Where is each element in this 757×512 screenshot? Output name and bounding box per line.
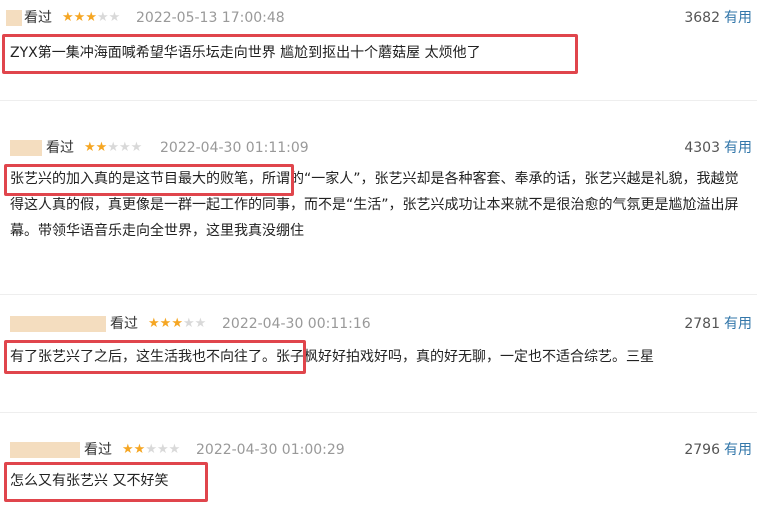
review-meta: 看过 ★★★★★ 2022-04-30 01:00:29 2796 有用	[0, 440, 757, 460]
watched-label: 看过	[110, 316, 138, 332]
highlighted-text: ZYX第一集冲海面喊希望华语乐坛走向世界 尴尬到抠出十个蘑菇屋 太烦他了	[10, 45, 481, 61]
useful-button[interactable]: 有用	[724, 314, 752, 334]
review-item: 看过 ★★★★★ 2022-04-30 00:11:16 2781 有用 有了张…	[0, 314, 757, 384]
star-icon: ★	[95, 140, 108, 155]
rating-stars: ★★★★★	[84, 138, 142, 158]
vote-count: 2781	[684, 316, 720, 332]
vote-count: 4303	[684, 140, 720, 156]
star-icon: ★	[182, 316, 195, 331]
highlighted-text: 张艺兴的加入真的是这节目最大的败笔，	[10, 171, 262, 187]
watched-label: 看过	[84, 442, 112, 458]
useful-button[interactable]: 有用	[724, 138, 752, 158]
review-time: 2022-04-30 01:11:09	[160, 140, 309, 156]
review-meta: 看过 ★★★★★ 2022-04-30 01:11:09 4303 有用	[0, 138, 757, 158]
avatar[interactable]	[10, 140, 42, 156]
divider	[0, 100, 757, 101]
star-icon: ★	[85, 10, 97, 25]
vote-count: 3682	[684, 10, 720, 26]
star-icon: ★	[108, 10, 121, 25]
rating-stars: ★★★★★	[122, 440, 180, 460]
star-icon: ★	[118, 140, 131, 155]
star-icon: ★	[133, 442, 146, 457]
star-icon: ★	[122, 442, 134, 457]
star-icon: ★	[159, 316, 172, 331]
divider	[0, 294, 757, 295]
rating-stars: ★★★★★	[148, 314, 206, 334]
star-icon: ★	[107, 140, 119, 155]
review-item: 看过 ★★★★★ 2022-04-30 01:00:29 2796 有用 怎么又…	[0, 440, 757, 510]
review-text: 怎么又有张艺兴 又不好笑	[10, 468, 310, 494]
vote-count: 2796	[684, 442, 720, 458]
highlighted-text: 怎么又有张艺兴 又不好笑	[10, 473, 169, 489]
star-icon: ★	[171, 316, 183, 331]
review-item: 看过 ★★★★★ 2022-05-13 17:00:48 3682 有用 ZYX…	[0, 8, 757, 78]
review-time: 2022-05-13 17:00:48	[136, 10, 285, 26]
useful-button[interactable]: 有用	[724, 8, 752, 28]
divider	[0, 412, 757, 413]
star-icon: ★	[145, 442, 157, 457]
useful-button[interactable]: 有用	[724, 440, 752, 460]
rating-stars: ★★★★★	[62, 8, 120, 28]
review-text: 张艺兴的加入真的是这节目最大的败笔，所谓的“一家人”，张艺兴却是各种客套、奉承的…	[10, 166, 750, 244]
review-item: 看过 ★★★★★ 2022-04-30 01:11:09 4303 有用 张艺兴…	[0, 138, 757, 248]
star-icon: ★	[73, 10, 86, 25]
review-meta: 看过 ★★★★★ 2022-05-13 17:00:48 3682 有用	[0, 8, 757, 28]
star-icon: ★	[148, 316, 160, 331]
star-icon: ★	[168, 442, 181, 457]
star-icon: ★	[130, 140, 143, 155]
star-icon: ★	[84, 140, 96, 155]
watched-label: 看过	[46, 140, 74, 156]
avatar[interactable]	[6, 10, 22, 26]
avatar[interactable]	[10, 442, 80, 458]
review-body: 张子枫好好拍戏好吗，真的好无聊，一定也不适合综艺。三星	[276, 349, 654, 365]
star-icon: ★	[156, 442, 169, 457]
watched-label: 看过	[24, 10, 52, 26]
review-text: ZYX第一集冲海面喊希望华语乐坛走向世界 尴尬到抠出十个蘑菇屋 太烦他了	[10, 40, 570, 66]
review-time: 2022-04-30 01:00:29	[196, 442, 345, 458]
star-icon: ★	[62, 10, 74, 25]
highlighted-text: 有了张艺兴了之后，这生活我也不向往了。	[10, 349, 276, 365]
star-icon: ★	[194, 316, 207, 331]
review-time: 2022-04-30 00:11:16	[222, 316, 371, 332]
avatar[interactable]	[10, 316, 106, 332]
review-text: 有了张艺兴了之后，这生活我也不向往了。张子枫好好拍戏好吗，真的好无聊，一定也不适…	[10, 344, 750, 370]
star-icon: ★	[96, 10, 109, 25]
review-meta: 看过 ★★★★★ 2022-04-30 00:11:16 2781 有用	[0, 314, 757, 334]
